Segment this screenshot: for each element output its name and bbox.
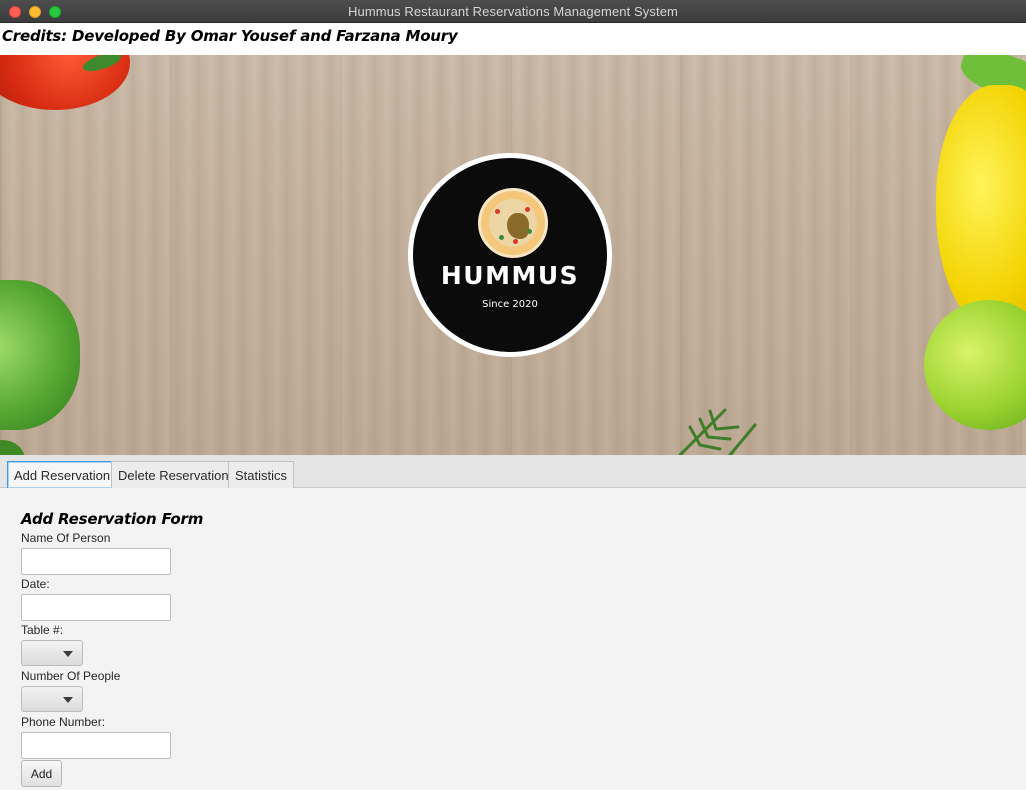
green-pepper-image	[924, 300, 1026, 430]
garnish-dot	[525, 207, 530, 212]
table-label: Table #:	[21, 623, 64, 637]
tab-statistics[interactable]: Statistics	[228, 461, 295, 488]
close-icon[interactable]	[9, 6, 21, 18]
chevron-down-icon	[63, 697, 73, 703]
garnish-dot	[513, 239, 518, 244]
plate-center	[489, 199, 537, 247]
garnish-dot	[495, 209, 500, 214]
people-label: Number Of People	[21, 669, 121, 683]
window-controls	[9, 6, 61, 18]
hummus-logo: HUMMUS Since 2020	[408, 153, 612, 357]
people-select[interactable]	[21, 686, 83, 712]
cucumber-end-image	[0, 440, 25, 455]
tab-add-reservation[interactable]: Add Reservation	[7, 461, 118, 488]
phone-field[interactable]	[21, 732, 171, 759]
phone-label: Phone Number:	[21, 715, 106, 729]
name-field[interactable]	[21, 548, 171, 575]
date-label: Date:	[21, 577, 50, 591]
rosemary-image	[678, 408, 757, 455]
swirl-mark	[507, 213, 529, 239]
minimize-icon[interactable]	[29, 6, 41, 18]
app-window: Hummus Restaurant Reservations Managemen…	[0, 0, 1026, 790]
cucumber-image	[0, 280, 80, 430]
hummus-plate-icon	[478, 188, 548, 258]
logo-title: HUMMUS	[440, 261, 580, 290]
credits-bar: Credits: Developed By Omar Yousef and Fa…	[0, 23, 1026, 55]
maximize-icon[interactable]	[49, 6, 61, 18]
add-button[interactable]: Add	[21, 760, 62, 787]
banner-image: HUMMUS Since 2020	[0, 55, 1026, 455]
tab-delete-reservation[interactable]: Delete Reservation	[111, 461, 236, 488]
add-reservation-panel: Add Reservation Form Name Of Person Date…	[0, 489, 1026, 790]
credits-label: Credits: Developed By Omar Yousef and Fa…	[2, 27, 458, 45]
chevron-down-icon	[63, 651, 73, 657]
garnish-dot	[527, 229, 532, 234]
logo-subtitle: Since 2020	[482, 299, 538, 310]
date-field[interactable]	[21, 594, 171, 621]
form-title: Add Reservation Form	[21, 510, 204, 528]
tab-strip: Add Reservation Delete Reservation Stati…	[0, 455, 1026, 488]
window-title: Hummus Restaurant Reservations Managemen…	[348, 3, 678, 19]
yellow-pepper-image	[936, 85, 1026, 335]
table-select[interactable]	[21, 640, 83, 666]
garnish-dot	[499, 235, 504, 240]
name-label: Name Of Person	[21, 531, 111, 545]
logo-badge: HUMMUS Since 2020	[413, 158, 607, 352]
title-bar: Hummus Restaurant Reservations Managemen…	[0, 0, 1026, 23]
